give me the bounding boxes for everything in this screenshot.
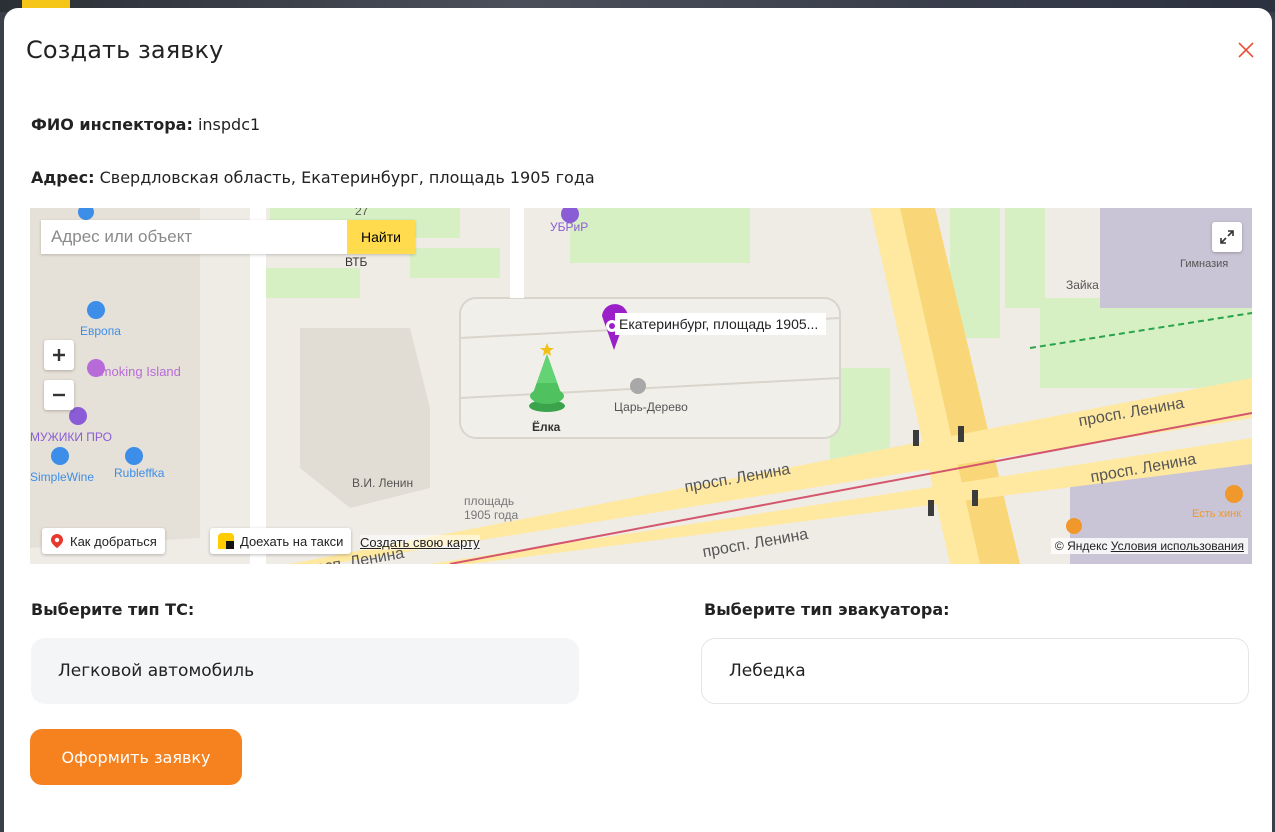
vehicle-type-select[interactable]: Легковой автомобиль: [31, 638, 579, 704]
create-map-link[interactable]: Создать свою карту: [360, 535, 480, 550]
map-label-est-hinkali: Есть хинк: [1192, 508, 1242, 520]
address-value: Свердловская область, Екатеринбург, площ…: [99, 168, 595, 187]
taxi-icon: [218, 533, 234, 549]
map-label-gymnasium: Гимназия: [1180, 258, 1229, 270]
map-label-simplewine: SimpleWine: [30, 470, 95, 484]
map-search: Найти: [41, 220, 415, 254]
plus-icon: [53, 349, 65, 361]
map-label-square-2: 1905 года: [464, 508, 519, 522]
map-label-ubrip: УБРиР: [550, 220, 589, 234]
map-label-vtb: ВТБ: [345, 255, 368, 269]
map-label-rubleffka: Rubleffka: [114, 466, 165, 480]
inspector-line: ФИО инспектора: inspdc1: [31, 115, 260, 134]
submit-request-button[interactable]: Оформить заявку: [30, 729, 242, 785]
tow-truck-type-select[interactable]: Лебедка: [701, 638, 1249, 704]
tow-truck-type-value: Лебедка: [729, 661, 806, 681]
map-label-27: 27: [355, 208, 369, 218]
map-label-evropa: Европа: [80, 324, 121, 338]
map-label-elka: Ёлка: [532, 420, 561, 434]
address-line: Адрес: Свердловская область, Екатеринбур…: [31, 168, 595, 187]
map-label-lenin-monument: В.И. Ленин: [352, 476, 414, 490]
map[interactable]: 27 УБРиР ВТБ Европа Smoking Island МУЖИК…: [30, 208, 1252, 564]
zoom-in-button[interactable]: [44, 340, 74, 370]
tow-truck-type-label: Выберите тип эвакуатора:: [704, 600, 950, 619]
copyright-text: © Яндекс: [1054, 539, 1108, 553]
expand-icon: [1220, 230, 1234, 244]
map-label-tsar-derevo: Царь-Дерево: [614, 400, 688, 414]
taxi-button-label: Доехать на такси: [240, 533, 344, 549]
zoom-out-button[interactable]: [44, 380, 74, 410]
taxi-button[interactable]: Доехать на такси: [210, 528, 352, 554]
map-label-square-1: площадь: [464, 494, 515, 508]
close-icon[interactable]: [1234, 38, 1258, 62]
route-button-label: Как добраться: [70, 533, 157, 549]
address-label: Адрес:: [31, 168, 95, 187]
minus-icon: [53, 393, 65, 397]
map-search-button[interactable]: Найти: [347, 220, 415, 254]
fullscreen-button[interactable]: [1212, 222, 1242, 252]
inspector-label: ФИО инспектора:: [31, 115, 193, 134]
map-pin-label: Екатеринбург, площадь 1905...: [615, 313, 827, 335]
vehicle-type-label: Выберите тип ТС:: [31, 600, 195, 619]
map-label-muzhiki: МУЖИКИ ПРО: [30, 430, 112, 444]
inspector-value: inspdc1: [197, 115, 261, 134]
map-copyright: © Яндекс Условия использования: [1050, 538, 1248, 554]
map-search-input[interactable]: [41, 220, 347, 254]
vehicle-type-value: Легковой автомобиль: [58, 661, 255, 681]
create-request-modal: Создать заявку ФИО инспектора: inspdc1 А…: [4, 8, 1272, 832]
modal-title: Создать заявку: [26, 36, 224, 64]
map-label-smoking-island: Smoking Island: [92, 364, 181, 379]
map-label-zaika: Зайка: [1066, 278, 1099, 292]
location-pin-icon: [51, 534, 63, 548]
map-canvas: [30, 208, 1252, 564]
terms-link[interactable]: Условия использования: [1111, 539, 1244, 553]
route-button[interactable]: Как добраться: [42, 528, 165, 554]
